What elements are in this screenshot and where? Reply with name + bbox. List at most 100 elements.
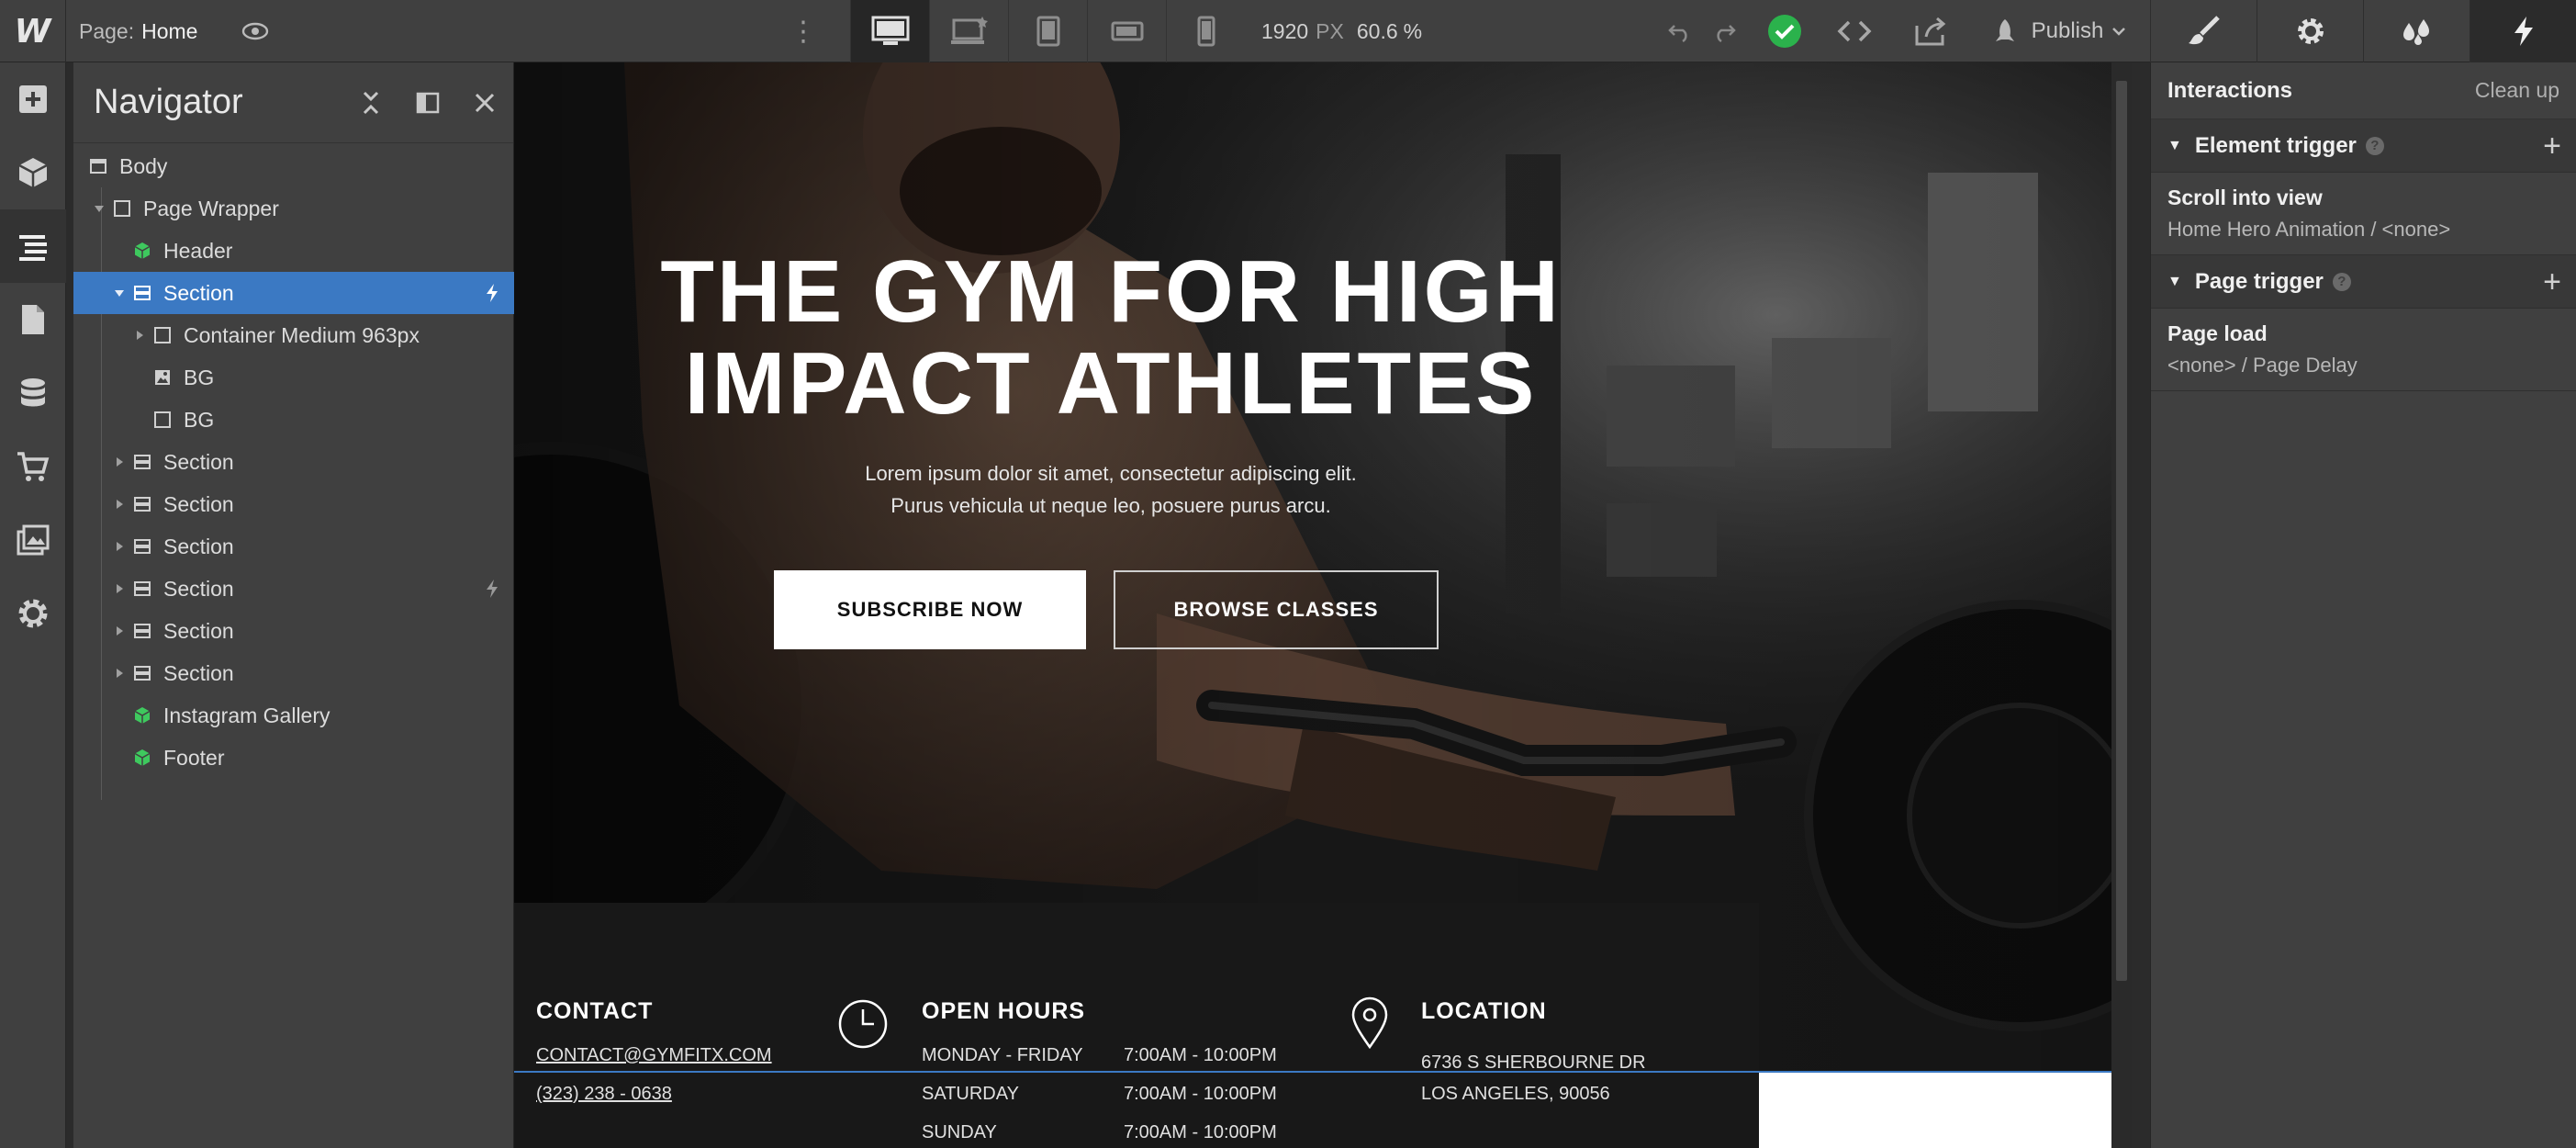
tree-node-header[interactable]: Header — [73, 230, 514, 272]
hero-title[interactable]: THE GYM FOR HIGH IMPACT ATHLETES — [652, 246, 1570, 430]
breakpoint-desktop-icon[interactable] — [850, 0, 929, 62]
navigator-panel: Navigator Body Page Wrapper Header Secti… — [73, 62, 514, 1148]
caret-right-icon[interactable] — [112, 610, 127, 652]
caret-right-icon[interactable] — [112, 568, 127, 610]
tree-node-instagram-gallery[interactable]: Instagram Gallery — [73, 694, 514, 737]
caret-right-icon[interactable] — [112, 483, 127, 525]
hours-day: SUNDAY — [922, 1122, 997, 1142]
tree-node-section[interactable]: Section — [73, 568, 514, 610]
add-page-trigger-icon[interactable]: + — [2543, 264, 2561, 300]
section-icon — [132, 452, 152, 472]
help-icon[interactable]: ? — [2332, 272, 2351, 291]
tree-node-label: Section — [163, 576, 234, 601]
caret-down-icon[interactable] — [92, 187, 106, 230]
tree-node-footer[interactable]: Footer — [73, 737, 514, 779]
width-unit: PX — [1316, 18, 1344, 43]
hero-subtitle[interactable]: Lorem ipsum dolor sit amet, consectetur … — [790, 457, 1432, 522]
tree-node-label: Section — [163, 280, 234, 305]
tree-node-section[interactable]: Section — [73, 652, 514, 694]
tree-node-section[interactable]: Section — [73, 483, 514, 525]
tree-node-bg-div[interactable]: BG — [73, 399, 514, 441]
more-options-icon[interactable]: ⋮ — [790, 0, 817, 62]
caret-right-icon[interactable] — [112, 525, 127, 568]
design-canvas[interactable]: THE GYM FOR HIGH IMPACT ATHLETES Lorem i… — [514, 62, 2132, 1148]
add-icon[interactable] — [0, 62, 66, 136]
publish-button[interactable]: Publish — [1979, 0, 2137, 62]
tree-node-section[interactable]: Section — [73, 610, 514, 652]
tree-node-body[interactable]: Body — [73, 145, 514, 187]
subscribe-now-button[interactable]: SUBSCRIBE NOW — [774, 570, 1086, 649]
tree-node-label: Body — [119, 153, 168, 178]
caret-right-icon[interactable] — [112, 652, 127, 694]
breakpoint-mobile-portrait-icon[interactable] — [1166, 0, 1245, 62]
assets-images-icon[interactable] — [0, 503, 66, 577]
element-trigger-header[interactable]: ▼ Element trigger ? + — [2151, 119, 2576, 173]
webflow-logo[interactable]: W — [0, 0, 66, 62]
div-block-icon — [112, 198, 132, 219]
info-bar[interactable]: CONTACT CONTACT@GYMFITX.COM (323) 238 - … — [514, 903, 1759, 1148]
hours-time: 7:00AM - 10:00PM — [1124, 1084, 1277, 1104]
share-export-icon[interactable] — [1910, 0, 1954, 62]
preview-eye-icon[interactable] — [235, 0, 275, 62]
project-settings-gear-icon[interactable] — [0, 577, 66, 650]
dock-panel-icon[interactable] — [399, 62, 456, 143]
rocket-icon — [1995, 19, 2014, 41]
help-icon[interactable]: ? — [2365, 136, 2384, 155]
caret-right-icon[interactable] — [112, 441, 127, 483]
undo-icon[interactable] — [1662, 0, 1698, 62]
div-block-icon — [152, 410, 173, 430]
clock-icon — [838, 999, 888, 1049]
contact-heading: CONTACT — [536, 998, 654, 1024]
ecommerce-cart-icon[interactable] — [0, 430, 66, 503]
contact-phone-link[interactable]: (323) 238 - 0638 — [536, 1084, 672, 1105]
tree-node-bg-image[interactable]: BG — [73, 356, 514, 399]
cms-database-icon[interactable] — [0, 356, 66, 430]
breakpoint-tablet-icon[interactable] — [1008, 0, 1087, 62]
collapse-all-icon[interactable] — [342, 62, 399, 143]
element-trigger-item[interactable]: Scroll into view Home Hero Animation / <… — [2151, 173, 2576, 255]
top-bar: W Page: Home ⋮ 1920 PX 60.6 % Publish — [0, 0, 2576, 62]
code-export-icon[interactable] — [1832, 0, 1876, 62]
symbol-icon — [132, 748, 152, 768]
tree-node-label: Section — [163, 660, 234, 685]
page-selector[interactable]: Page: Home — [79, 0, 197, 62]
saved-check-icon[interactable] — [1763, 0, 1807, 62]
hero-subtitle-line-1: Lorem ipsum dolor sit amet, consectetur … — [865, 462, 1357, 485]
page-trigger-item[interactable]: Page load <none> / Page Delay — [2151, 309, 2576, 391]
contact-email-link[interactable]: CONTACT@GYMFITX.COM — [536, 1045, 772, 1066]
caret-right-icon[interactable] — [132, 314, 147, 356]
breakpoint-large-desktop-icon[interactable] — [929, 0, 1008, 62]
clean-up-button[interactable]: Clean up — [2475, 78, 2559, 103]
browse-classes-button[interactable]: BROWSE CLASSES — [1114, 570, 1439, 649]
style-manager-drops-icon[interactable] — [2363, 0, 2470, 62]
canvas-scrollbar[interactable] — [2111, 62, 2132, 1148]
style-brush-icon[interactable] — [2150, 0, 2257, 62]
left-tool-rail — [0, 62, 66, 1148]
breakpoint-mobile-landscape-icon[interactable] — [1087, 0, 1166, 62]
symbol-icon — [132, 705, 152, 726]
navigator-icon[interactable] — [0, 209, 66, 283]
add-element-trigger-icon[interactable]: + — [2543, 129, 2561, 164]
page-trigger-header[interactable]: ▼ Page trigger ? + — [2151, 255, 2576, 309]
symbols-cube-icon[interactable] — [0, 136, 66, 209]
tree-node-section[interactable]: Section — [73, 441, 514, 483]
tree-node-section[interactable]: Section — [73, 525, 514, 568]
pages-icon[interactable] — [0, 283, 66, 356]
redo-icon[interactable] — [1706, 0, 1742, 62]
scrollbar-thumb[interactable] — [2116, 81, 2127, 981]
tree-node-section-selected[interactable]: Section — [73, 272, 514, 314]
symbol-icon — [132, 241, 152, 261]
page-trigger-heading: Page trigger — [2194, 268, 2324, 294]
section-icon — [132, 621, 152, 641]
interactions-bolt-icon[interactable] — [2470, 0, 2576, 62]
settings-gear-icon[interactable] — [2257, 0, 2363, 62]
close-icon[interactable] — [456, 62, 513, 143]
zoom-unit: % — [1403, 18, 1423, 43]
tree-node-container[interactable]: Container Medium 963px — [73, 314, 514, 356]
canvas-size-readout[interactable]: 1920 PX 60.6 % — [1261, 0, 1422, 62]
trigger-description: Home Hero Animation / <none> — [2167, 218, 2451, 241]
location-pin-icon — [1351, 996, 1388, 1050]
tree-node-page-wrapper[interactable]: Page Wrapper — [73, 187, 514, 230]
tree-node-label: Footer — [163, 745, 225, 770]
caret-down-icon[interactable] — [112, 272, 127, 314]
